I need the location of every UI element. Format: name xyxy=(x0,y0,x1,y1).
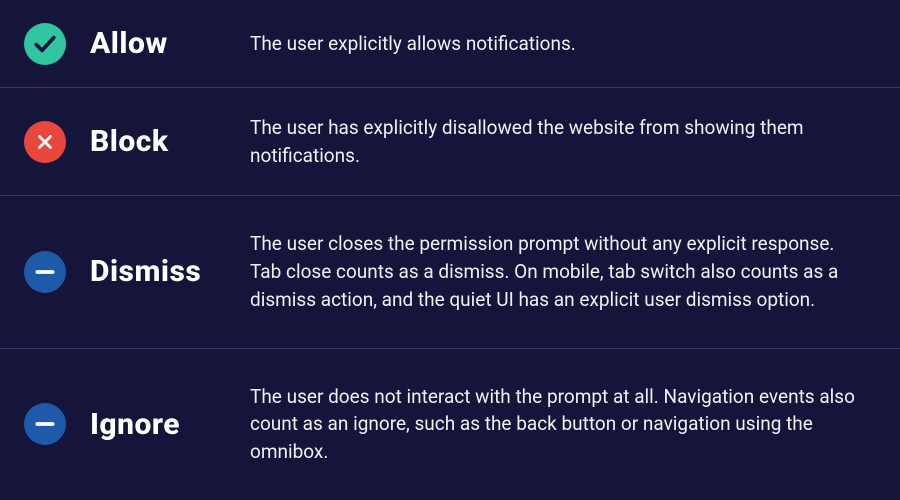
row-label-dismiss: Dismiss xyxy=(90,254,250,289)
table-row: Allow The user explicitly allows notific… xyxy=(0,0,900,88)
row-label-allow: Allow xyxy=(90,26,250,61)
check-icon xyxy=(24,23,66,65)
cross-icon xyxy=(24,121,66,163)
table-row: Block The user has explicitly disallowed… xyxy=(0,88,900,196)
icon-cell xyxy=(0,121,90,163)
icon-cell xyxy=(0,403,90,445)
row-label-ignore: Ignore xyxy=(90,407,250,442)
icon-cell xyxy=(0,23,90,65)
row-desc: The user does not interact with the prom… xyxy=(250,383,900,466)
row-desc: The user explicitly allows notifications… xyxy=(250,30,900,58)
minus-icon xyxy=(24,403,66,445)
minus-icon xyxy=(24,251,66,293)
icon-cell xyxy=(0,251,90,293)
row-desc: The user has explicitly disallowed the w… xyxy=(250,114,900,169)
table-row: Ignore The user does not interact with t… xyxy=(0,349,900,500)
row-desc: The user closes the permission prompt wi… xyxy=(250,230,900,313)
permission-outcomes-table: Allow The user explicitly allows notific… xyxy=(0,0,900,500)
row-label-block: Block xyxy=(90,124,250,159)
table-row: Dismiss The user closes the permission p… xyxy=(0,196,900,349)
